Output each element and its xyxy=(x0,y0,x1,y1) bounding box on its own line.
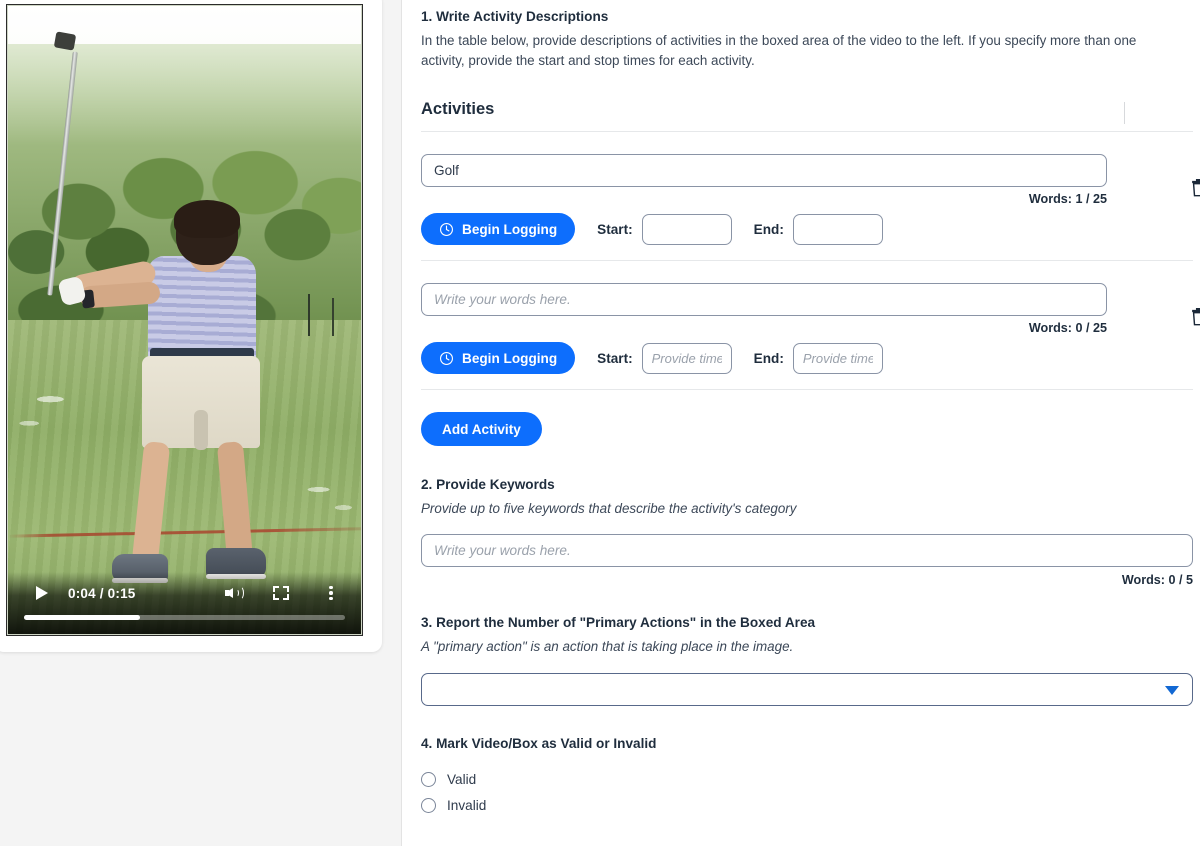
clock-icon xyxy=(439,222,454,237)
begin-logging-button[interactable]: Begin Logging xyxy=(421,213,575,245)
golfer-shorts-gap xyxy=(194,410,208,450)
volume-icon xyxy=(225,585,245,601)
trash-icon xyxy=(1190,178,1200,197)
begin-logging-label: Begin Logging xyxy=(462,222,557,237)
primary-actions-select[interactable] xyxy=(421,673,1193,706)
task-form: 1. Write Activity Descriptions In the ta… xyxy=(402,0,1200,846)
section-activity-descriptions: 1. Write Activity Descriptions In the ta… xyxy=(421,8,1200,446)
start-time-label: Start: xyxy=(597,351,633,366)
more-options-button[interactable] xyxy=(317,580,345,606)
radio-option-invalid[interactable]: Invalid xyxy=(421,792,1200,818)
video-progress-fill xyxy=(24,615,140,620)
activity-description-input[interactable] xyxy=(421,154,1107,187)
section3-description: A "primary action" is an action that is … xyxy=(421,637,1181,657)
golfer-right-leg xyxy=(217,441,253,563)
activity-row: Words: 1 / 25 Begin Logging Start: End: xyxy=(421,132,1193,260)
start-time-label: Start: xyxy=(597,222,633,237)
fullscreen-icon xyxy=(273,586,289,600)
section-validity: 4. Mark Video/Box as Valid or Invalid Va… xyxy=(421,735,1200,819)
end-time-input[interactable] xyxy=(793,214,883,245)
radio-circle-icon xyxy=(421,772,436,787)
volume-button[interactable] xyxy=(221,580,249,606)
section2-title: 2. Provide Keywords xyxy=(421,476,1200,494)
video-progress-bar[interactable] xyxy=(24,615,345,620)
add-activity-wrapper: Add Activity xyxy=(421,390,1200,446)
video-controls-row: 0:04 / 0:15 xyxy=(8,580,361,606)
keywords-input[interactable] xyxy=(421,534,1193,567)
activities-heading: Activities xyxy=(421,100,1200,119)
activity-word-count: Words: 1 / 25 xyxy=(421,192,1107,206)
clock-icon xyxy=(439,351,454,366)
video-time-display: 0:04 / 0:15 xyxy=(68,586,136,601)
radio-label-valid: Valid xyxy=(447,772,476,787)
radio-option-valid[interactable]: Valid xyxy=(421,766,1200,792)
activity-row-controls: Begin Logging Start: End: xyxy=(421,213,1107,245)
add-activity-label: Add Activity xyxy=(442,422,521,437)
primary-actions-select-wrapper xyxy=(421,673,1193,706)
activity-row-main: Words: 1 / 25 Begin Logging Start: End: xyxy=(421,154,1107,245)
section1-description: In the table below, provide descriptions… xyxy=(421,31,1181,72)
activity-row-controls: Begin Logging Start: End: xyxy=(421,342,1107,374)
trash-icon xyxy=(1190,307,1200,326)
task-page: 0:04 / 0:15 xyxy=(0,0,1200,846)
section-primary-actions: 3. Report the Number of "Primary Actions… xyxy=(421,614,1200,705)
video-frame-content: 0:04 / 0:15 xyxy=(8,6,361,634)
section2-description: Provide up to five keywords that describ… xyxy=(421,499,1181,519)
section4-title: 4. Mark Video/Box as Valid or Invalid xyxy=(421,735,1200,753)
start-time-input[interactable] xyxy=(642,214,732,245)
activity-row-main: Words: 0 / 25 Begin Logging Start: End: xyxy=(421,283,1107,374)
golf-club-head xyxy=(54,31,76,50)
column-divider xyxy=(1124,102,1125,124)
section1-title: 1. Write Activity Descriptions xyxy=(421,8,1200,26)
fullscreen-button[interactable] xyxy=(267,580,295,606)
golfer-hair xyxy=(174,200,240,238)
end-time-label: End: xyxy=(754,222,784,237)
begin-logging-button[interactable]: Begin Logging xyxy=(421,342,575,374)
video-player[interactable]: 0:04 / 0:15 xyxy=(6,4,363,636)
chevron-down-icon xyxy=(1165,686,1179,695)
activity-word-count: Words: 0 / 25 xyxy=(421,321,1107,335)
kebab-menu-icon xyxy=(329,584,333,603)
golfer-left-leg xyxy=(132,441,171,565)
end-time-input[interactable] xyxy=(793,343,883,374)
video-controls: 0:04 / 0:15 xyxy=(8,572,361,634)
activities-heading-label: Activities xyxy=(421,100,494,118)
golf-club-shaft xyxy=(47,51,78,295)
end-time-label: End: xyxy=(754,351,784,366)
delete-activity-button[interactable] xyxy=(1181,170,1200,204)
video-panel: 0:04 / 0:15 xyxy=(0,0,402,846)
section-keywords: 2. Provide Keywords Provide up to five k… xyxy=(421,476,1200,587)
radio-label-invalid: Invalid xyxy=(447,798,486,813)
play-button[interactable] xyxy=(28,580,56,606)
video-card: 0:04 / 0:15 xyxy=(0,0,382,652)
validity-radio-group: Valid Invalid xyxy=(421,766,1200,818)
activity-row: Words: 0 / 25 Begin Logging Start: End: xyxy=(421,261,1193,389)
delete-activity-button[interactable] xyxy=(1181,299,1200,333)
keywords-word-count: Words: 0 / 5 xyxy=(421,573,1193,587)
add-activity-button[interactable]: Add Activity xyxy=(421,412,542,446)
play-icon xyxy=(36,586,48,600)
start-time-input[interactable] xyxy=(642,343,732,374)
activity-description-input[interactable] xyxy=(421,283,1107,316)
golfer-figure xyxy=(8,6,361,634)
section3-title: 3. Report the Number of "Primary Actions… xyxy=(421,614,1200,632)
radio-circle-icon xyxy=(421,798,436,813)
begin-logging-label: Begin Logging xyxy=(462,351,557,366)
